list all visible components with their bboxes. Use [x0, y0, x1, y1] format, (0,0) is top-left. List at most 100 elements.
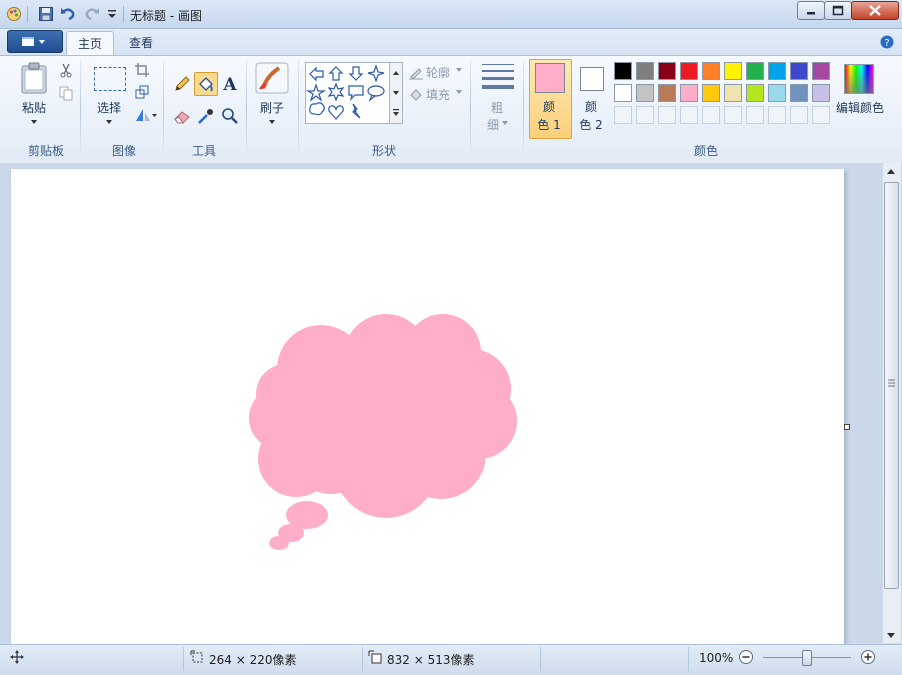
close-icon [869, 5, 881, 16]
zoom-slider-thumb[interactable] [802, 650, 812, 666]
magnifier-tool[interactable] [219, 105, 241, 127]
tab-home[interactable]: 主页 [66, 31, 114, 56]
custom-color-slot[interactable] [636, 106, 654, 124]
custom-color-slot[interactable] [680, 106, 698, 124]
maximize-button[interactable] [824, 1, 852, 20]
edit-colors-icon[interactable] [844, 64, 874, 94]
text-tool[interactable]: A [219, 73, 241, 95]
outline-icon[interactable] [408, 64, 424, 80]
paste-button[interactable]: 粘贴 [16, 99, 52, 116]
custom-color-slot[interactable] [702, 106, 720, 124]
scroll-down-icon[interactable] [885, 630, 897, 640]
drawing-canvas[interactable] [11, 169, 844, 644]
select-icon[interactable] [94, 67, 126, 91]
custom-color-slot[interactable] [614, 106, 632, 124]
brush-icon[interactable] [255, 62, 289, 94]
palette-color-swatch[interactable] [790, 62, 808, 80]
ribbon-separator [298, 60, 299, 156]
application-menu-button[interactable] [7, 30, 63, 53]
custom-color-slot[interactable] [658, 106, 676, 124]
palette-color-swatch[interactable] [746, 62, 764, 80]
custom-color-slot[interactable] [812, 106, 830, 124]
minimize-button[interactable] [797, 1, 825, 20]
edit-colors-button[interactable]: 编辑颜色 [832, 99, 888, 116]
custom-color-slot[interactable] [768, 106, 786, 124]
copy-icon[interactable] [58, 85, 74, 101]
canvas-resize-handle[interactable] [844, 424, 850, 430]
clipboard-icon[interactable] [20, 62, 48, 94]
pencil-icon [175, 76, 190, 91]
minimize-icon [807, 12, 815, 15]
ribbon-separator [163, 60, 164, 156]
tab-view[interactable]: 查看 [118, 31, 164, 55]
fill-button[interactable]: 填充 [426, 86, 454, 103]
save-icon[interactable] [38, 6, 54, 22]
palette-color-swatch[interactable] [680, 62, 698, 80]
outline-button[interactable]: 轮廓 [426, 64, 454, 81]
palette-color-swatch[interactable] [746, 84, 764, 102]
paste-dropdown-icon[interactable] [30, 119, 38, 125]
brushes-button[interactable]: 刷子 [252, 99, 292, 116]
palette-color-swatch[interactable] [614, 84, 632, 102]
palette-color-swatch[interactable] [658, 84, 676, 102]
palette-color-swatch[interactable] [724, 84, 742, 102]
palette-color-swatch[interactable] [768, 84, 786, 102]
undo-icon[interactable] [60, 6, 76, 22]
status-separator [540, 647, 541, 671]
close-button[interactable] [851, 1, 899, 20]
color1-label-top: 颜 [542, 100, 555, 114]
outline-dropdown-icon[interactable] [456, 68, 462, 73]
thought-bubble-cloud-shape [249, 314, 517, 550]
scroll-up-icon[interactable] [885, 167, 897, 177]
svg-text:?: ? [884, 38, 889, 49]
select-dropdown-icon[interactable] [105, 119, 113, 125]
qat-divider [27, 6, 28, 22]
size-label-top[interactable]: 粗 [482, 99, 512, 116]
palette-color-swatch[interactable] [768, 62, 786, 80]
size-lines-icon[interactable] [481, 62, 515, 92]
custom-color-slot[interactable] [724, 106, 742, 124]
custom-color-slot[interactable] [746, 106, 764, 124]
size-dropdown-icon[interactable] [502, 121, 508, 126]
fill-dropdown-icon[interactable] [456, 90, 462, 95]
menu-icon [22, 37, 45, 46]
palette-color-swatch[interactable] [724, 62, 742, 80]
brushes-dropdown-icon[interactable] [268, 119, 276, 125]
canvas-drawing [249, 314, 517, 550]
palette-color-swatch[interactable] [702, 84, 720, 102]
shapes-gallery-scroll[interactable] [389, 62, 403, 124]
redo-icon[interactable] [84, 6, 100, 22]
zoom-in-icon[interactable] [860, 649, 876, 665]
palette-color-swatch[interactable] [658, 62, 676, 80]
fill-shape-icon[interactable] [408, 86, 424, 102]
custom-color-slot[interactable] [790, 106, 808, 124]
svg-text:A: A [222, 75, 237, 94]
color-picker-tool[interactable] [195, 105, 217, 127]
palette-color-swatch[interactable] [636, 62, 654, 80]
zoom-out-icon[interactable] [738, 649, 754, 665]
palette-color-swatch[interactable] [614, 62, 632, 80]
palette-color-swatch[interactable] [636, 84, 654, 102]
color-picker-icon [198, 109, 213, 124]
palette-color-swatch[interactable] [812, 84, 830, 102]
select-button[interactable]: 选择 [90, 99, 128, 116]
palette-color-swatch[interactable] [812, 62, 830, 80]
pencil-tool[interactable] [171, 73, 193, 95]
cut-icon[interactable] [58, 62, 74, 78]
canvas-size-icon [368, 650, 382, 664]
palette-color-swatch[interactable] [680, 84, 698, 102]
eraser-tool[interactable] [171, 105, 193, 127]
palette-color-swatch[interactable] [702, 62, 720, 80]
paint-app-icon[interactable] [6, 6, 22, 22]
customize-qat-icon[interactable] [104, 6, 120, 22]
help-icon[interactable]: ? [880, 35, 894, 49]
scrollbar-thumb[interactable] [884, 182, 899, 589]
rotate-icon[interactable] [134, 107, 158, 123]
crop-icon[interactable] [134, 62, 150, 78]
fill-tool[interactable] [194, 72, 218, 96]
palette-color-swatch[interactable] [790, 84, 808, 102]
color2-swatch[interactable] [580, 67, 604, 91]
resize-icon[interactable] [134, 84, 150, 100]
magnifier-icon [222, 108, 238, 124]
ribbon-separator [246, 60, 247, 156]
